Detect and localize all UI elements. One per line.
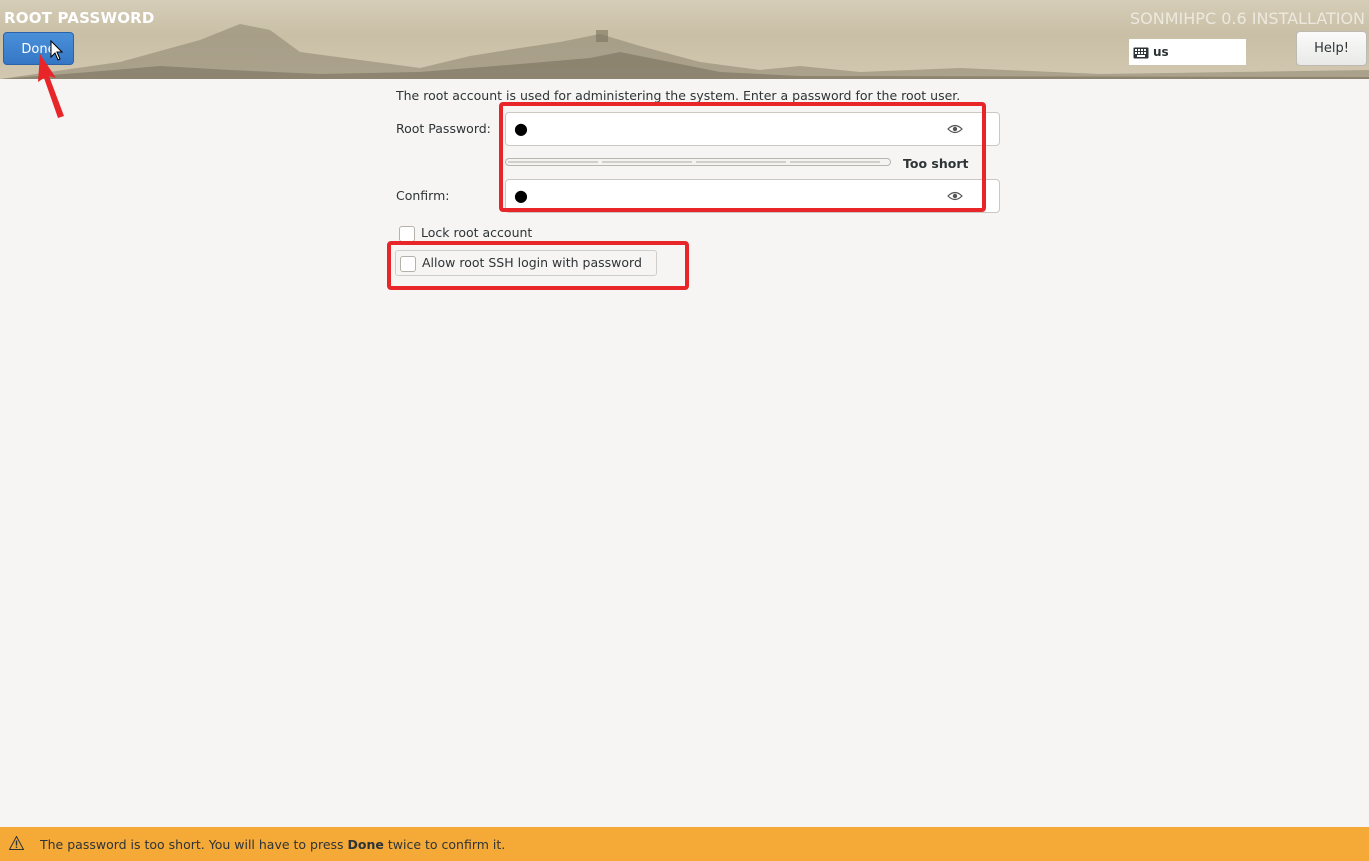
page-title: ROOT PASSWORD xyxy=(4,9,155,27)
annotation-arrow xyxy=(38,54,64,118)
keyboard-layout-indicator[interactable]: us xyxy=(1129,39,1246,65)
lock-root-checkbox[interactable] xyxy=(399,225,415,242)
lock-root-label: Lock root account xyxy=(421,225,533,240)
keyboard-icon xyxy=(1133,47,1149,58)
keyboard-layout-label: us xyxy=(1153,45,1169,59)
header-banner: ROOT PASSWORD Done SONMIHPC 0.6 INSTALLA… xyxy=(0,0,1369,79)
lock-root-row[interactable]: Lock root account xyxy=(399,225,532,242)
warning-message-bold: Done xyxy=(347,837,384,852)
intro-text: The root account is used for administeri… xyxy=(396,88,961,103)
warning-bar[interactable]: The password is too short. You will have… xyxy=(0,827,1369,861)
warning-icon xyxy=(9,836,24,850)
warning-message-prefix: The password is too short. You will have… xyxy=(40,837,348,852)
warning-message: The password is too short. You will have… xyxy=(40,837,505,852)
help-button[interactable]: Help! xyxy=(1296,31,1367,66)
confirm-label: Confirm: xyxy=(396,188,450,203)
warning-message-suffix: twice to confirm it. xyxy=(383,837,506,852)
product-title: SONMIHPC 0.6 INSTALLATION xyxy=(1130,9,1365,28)
root-password-label: Root Password: xyxy=(396,121,491,136)
annotation-box-ssh xyxy=(387,241,689,290)
annotation-box-passwords xyxy=(499,102,986,212)
